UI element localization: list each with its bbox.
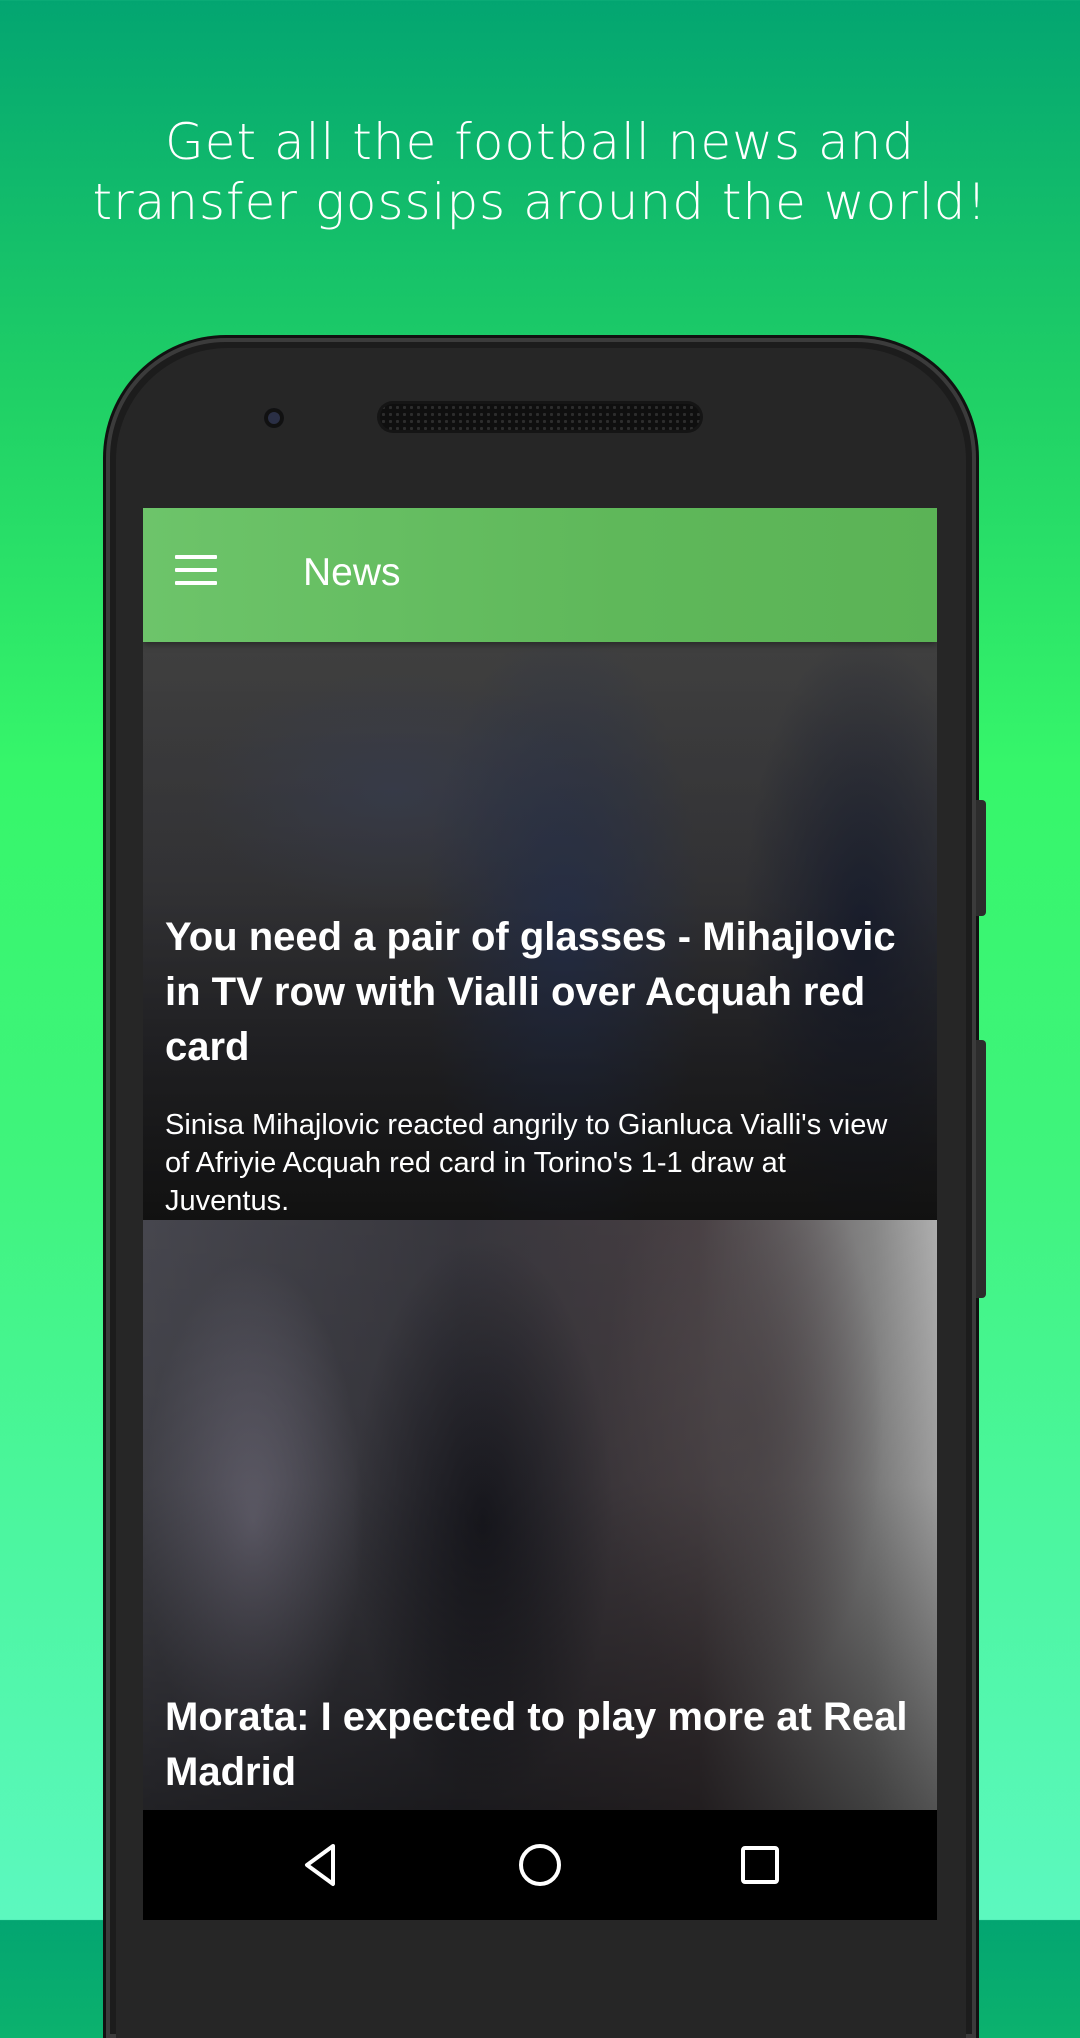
promo-line-1: Get all the football news and xyxy=(164,113,916,171)
hamburger-menu-icon[interactable] xyxy=(175,553,219,589)
news-card[interactable]: You need a pair of glasses - Mihajlovic … xyxy=(143,642,937,1220)
system-nav-bar xyxy=(143,1810,937,1920)
front-camera xyxy=(264,408,284,428)
phone-screen: News You need a pair of glasses - Mihajl… xyxy=(143,508,937,1920)
power-button xyxy=(976,1040,986,1298)
volume-button xyxy=(976,800,986,916)
app-bar: News xyxy=(143,508,937,642)
recents-square-icon[interactable] xyxy=(735,1840,785,1890)
app-bar-title: News xyxy=(303,551,401,594)
news-card-title: You need a pair of glasses - Mihajlovic … xyxy=(165,915,896,1069)
promo-line-2: transfer gossips around the world! xyxy=(92,173,988,231)
news-card-title: Morata: I expected to play more at Real … xyxy=(165,1695,908,1794)
promo-headline: Get all the football news and transfer g… xyxy=(60,112,1020,232)
news-card[interactable]: Morata: I expected to play more at Real … xyxy=(143,1220,937,1810)
home-circle-icon[interactable] xyxy=(515,1840,565,1890)
back-triangle-icon[interactable] xyxy=(295,1840,345,1890)
news-card-summary: Sinisa Mihajlovic reacted angrily to Gia… xyxy=(165,1109,888,1217)
earpiece-speaker xyxy=(380,404,700,430)
